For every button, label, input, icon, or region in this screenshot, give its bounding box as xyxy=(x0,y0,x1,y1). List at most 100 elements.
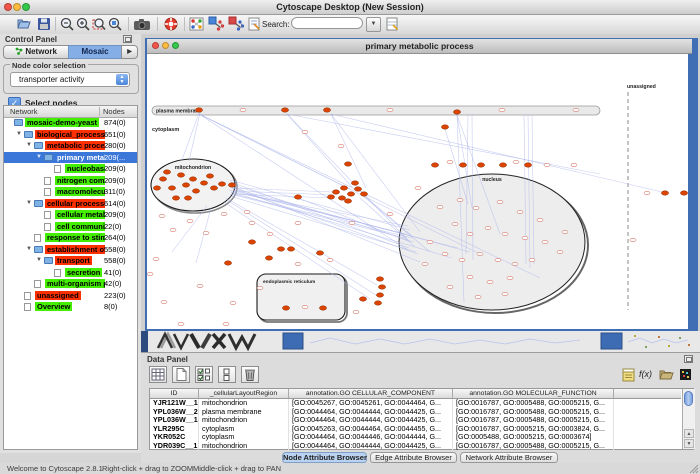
network-node-selected xyxy=(168,186,175,190)
tree-row[interactable]: macromolecule311(0) xyxy=(4,186,137,198)
network-node xyxy=(542,240,548,243)
expand-triangle-icon[interactable]: ▼ xyxy=(36,257,42,264)
annotation-pad-icon[interactable] xyxy=(621,367,637,382)
network-canvas[interactable]: plasma membrane cytoplasm mitochondrion … xyxy=(147,54,688,329)
tree-row-count: 280(0) xyxy=(104,141,126,150)
column-header-molecular-function[interactable]: annotation.GO MOLECULAR_FUNCTION xyxy=(453,389,614,399)
network-node xyxy=(437,205,443,208)
column-header-id[interactable]: ID xyxy=(150,389,199,399)
table-cell: [GO:0016787, GO:0005215, GO:0003824, G..… xyxy=(453,425,614,434)
expand-triangle-icon[interactable]: ▼ xyxy=(26,200,32,207)
expand-triangle-icon[interactable]: ▼ xyxy=(26,246,32,253)
import-attribute-file-icon[interactable] xyxy=(658,367,674,382)
node-color-selection-label: Node color selection xyxy=(10,61,88,70)
network-node xyxy=(507,276,513,279)
table-row[interactable]: YDR039C__1mitochondrion[GO:0044464, GO:0… xyxy=(150,442,681,451)
attribute-table-header[interactable]: ID _cellularLayoutRegion annotation.GO C… xyxy=(150,389,681,399)
network-node-selected xyxy=(332,190,339,194)
column-header-cellular-component[interactable]: annotation.GO CELLULAR_COMPONENT xyxy=(289,389,453,399)
tab-network[interactable]: Network xyxy=(3,45,69,59)
nucleus-region[interactable]: nucleus xyxy=(399,174,588,313)
column-header-region[interactable]: _cellularLayoutRegion xyxy=(199,389,289,399)
tree-row[interactable]: ▼biological_process651(0) xyxy=(4,129,137,141)
search-configure-icon[interactable] xyxy=(385,16,401,32)
network-node xyxy=(387,108,393,111)
expand-triangle-icon[interactable]: ▼ xyxy=(36,154,42,161)
network-node xyxy=(178,322,184,325)
tree-row[interactable]: ▼transport558(0) xyxy=(4,255,137,267)
attribute-table[interactable]: ID _cellularLayoutRegion annotation.GO C… xyxy=(149,388,694,450)
tree-row[interactable]: cellular metabol209(0) xyxy=(4,209,137,221)
table-row[interactable]: YPL036W__2plasma membrane[GO:0044464, GO… xyxy=(150,408,681,417)
save-session-icon[interactable] xyxy=(36,16,52,32)
tree-row[interactable]: ▼establishment of lo558(0) xyxy=(4,244,137,256)
import-network-icon[interactable] xyxy=(208,16,224,32)
tab-edge-attribute-browser[interactable]: Edge Attribute Browser xyxy=(370,452,457,463)
more-tabs-arrow-button[interactable]: ▶ xyxy=(121,45,138,59)
tree-row[interactable]: nitrogen compo209(0) xyxy=(4,175,137,187)
network-view-window[interactable]: primary metabolic process plasma membran… xyxy=(145,38,698,335)
table-cell: [GO:0016787, GO:0005488, GO:0005215, G..… xyxy=(453,399,614,408)
expand-triangle-icon[interactable]: ▼ xyxy=(16,131,22,138)
zoom-out-icon[interactable] xyxy=(59,16,75,32)
network-node xyxy=(442,252,448,255)
tree-row[interactable]: nucleobase-209(0) xyxy=(4,163,137,175)
help-lifebuoy-icon[interactable] xyxy=(163,16,179,32)
table-row[interactable]: YLR295Ccytoplasm[GO:0045263, GO:0044464,… xyxy=(150,425,681,434)
scroll-down-icon[interactable]: ▼ xyxy=(684,439,694,448)
resize-grip-icon[interactable] xyxy=(688,463,699,474)
tab-network-attribute-browser[interactable]: Network Attribute Browser xyxy=(460,452,558,463)
table-row[interactable]: YKR052Ccytoplasm[GO:0044464, GO:0044446,… xyxy=(150,433,681,442)
tree-row[interactable]: ▼metabolic process280(0) xyxy=(4,140,137,152)
search-input[interactable] xyxy=(291,17,363,29)
scrollbar-thumb[interactable] xyxy=(684,391,693,406)
expand-triangle-icon[interactable]: ▼ xyxy=(26,142,32,149)
tree-row[interactable]: unassigned223(0) xyxy=(4,290,137,302)
zoom-fit-content-icon[interactable] xyxy=(107,16,123,32)
table-row[interactable]: YPL036W__1mitochondrion[GO:0044464, GO:0… xyxy=(150,416,681,425)
tree-row[interactable]: ▼cellular process614(0) xyxy=(4,198,137,210)
node-color-dropdown[interactable]: transporter activity ▲▼ xyxy=(10,72,130,87)
attribute-matrix-icon[interactable] xyxy=(678,367,694,382)
annotation-icon[interactable] xyxy=(247,16,263,32)
attribute-table-icon[interactable] xyxy=(149,366,167,383)
table-scrollbar[interactable]: ▲ ▼ xyxy=(682,389,695,449)
select-attributes-icon[interactable] xyxy=(195,366,213,383)
new-attribute-icon[interactable] xyxy=(172,366,190,383)
float-data-panel-icon[interactable] xyxy=(684,355,693,363)
formula-builder-icon[interactable]: f(x) xyxy=(639,367,655,382)
float-panel-icon[interactable] xyxy=(123,35,132,43)
network-window-titlebar[interactable]: primary metabolic process xyxy=(147,39,692,54)
network-graph[interactable]: plasma membrane cytoplasm mitochondrion … xyxy=(147,54,688,329)
zoom-selected-region-icon[interactable] xyxy=(91,16,107,32)
table-row[interactable]: YJR121W__1mitochondrion[GO:0045267, GO:0… xyxy=(150,399,681,408)
tree-row[interactable]: cell communicat22(0) xyxy=(4,221,137,233)
leaf-icon xyxy=(44,211,51,219)
tab-mosaic[interactable]: Mosaic xyxy=(68,45,122,59)
unselect-attributes-icon[interactable] xyxy=(218,366,236,383)
endoplasmic-reticulum-region[interactable]: endoplasmic reticulum xyxy=(257,274,347,322)
background-windows-strip[interactable] xyxy=(141,331,700,352)
apply-layout-icon[interactable] xyxy=(189,16,205,32)
network-node-selected xyxy=(344,199,351,203)
plasma-membrane-region[interactable]: plasma membrane xyxy=(152,106,600,115)
tree-row[interactable]: response to stimulu264(0) xyxy=(4,232,137,244)
zoom-in-icon[interactable] xyxy=(75,16,91,32)
table-cell: YLR295C xyxy=(150,425,199,434)
import-attributes-icon[interactable] xyxy=(228,16,244,32)
search-dropdown-button[interactable]: ▼ xyxy=(366,17,381,32)
open-file-icon[interactable] xyxy=(16,16,32,32)
tree-row[interactable]: secretion41(0) xyxy=(4,267,137,279)
delete-attribute-icon[interactable] xyxy=(241,366,259,383)
tree-row[interactable]: multi-organism pro42(0) xyxy=(4,278,137,290)
tree-row[interactable]: mosaic-demo-yeast874(0) xyxy=(4,117,137,129)
network-node xyxy=(221,212,227,215)
tree-row-count: 651(0) xyxy=(104,130,126,139)
snapshot-camera-icon[interactable] xyxy=(133,16,149,32)
network-node xyxy=(223,322,229,325)
tab-node-attribute-browser[interactable]: Node Attribute Browser xyxy=(282,452,367,463)
tree-row[interactable]: Overview8(0) xyxy=(4,301,137,313)
tree-row[interactable]: ▼primary metabo209(... xyxy=(4,152,137,164)
scroll-up-icon[interactable]: ▲ xyxy=(684,429,694,438)
network-node xyxy=(159,214,165,217)
